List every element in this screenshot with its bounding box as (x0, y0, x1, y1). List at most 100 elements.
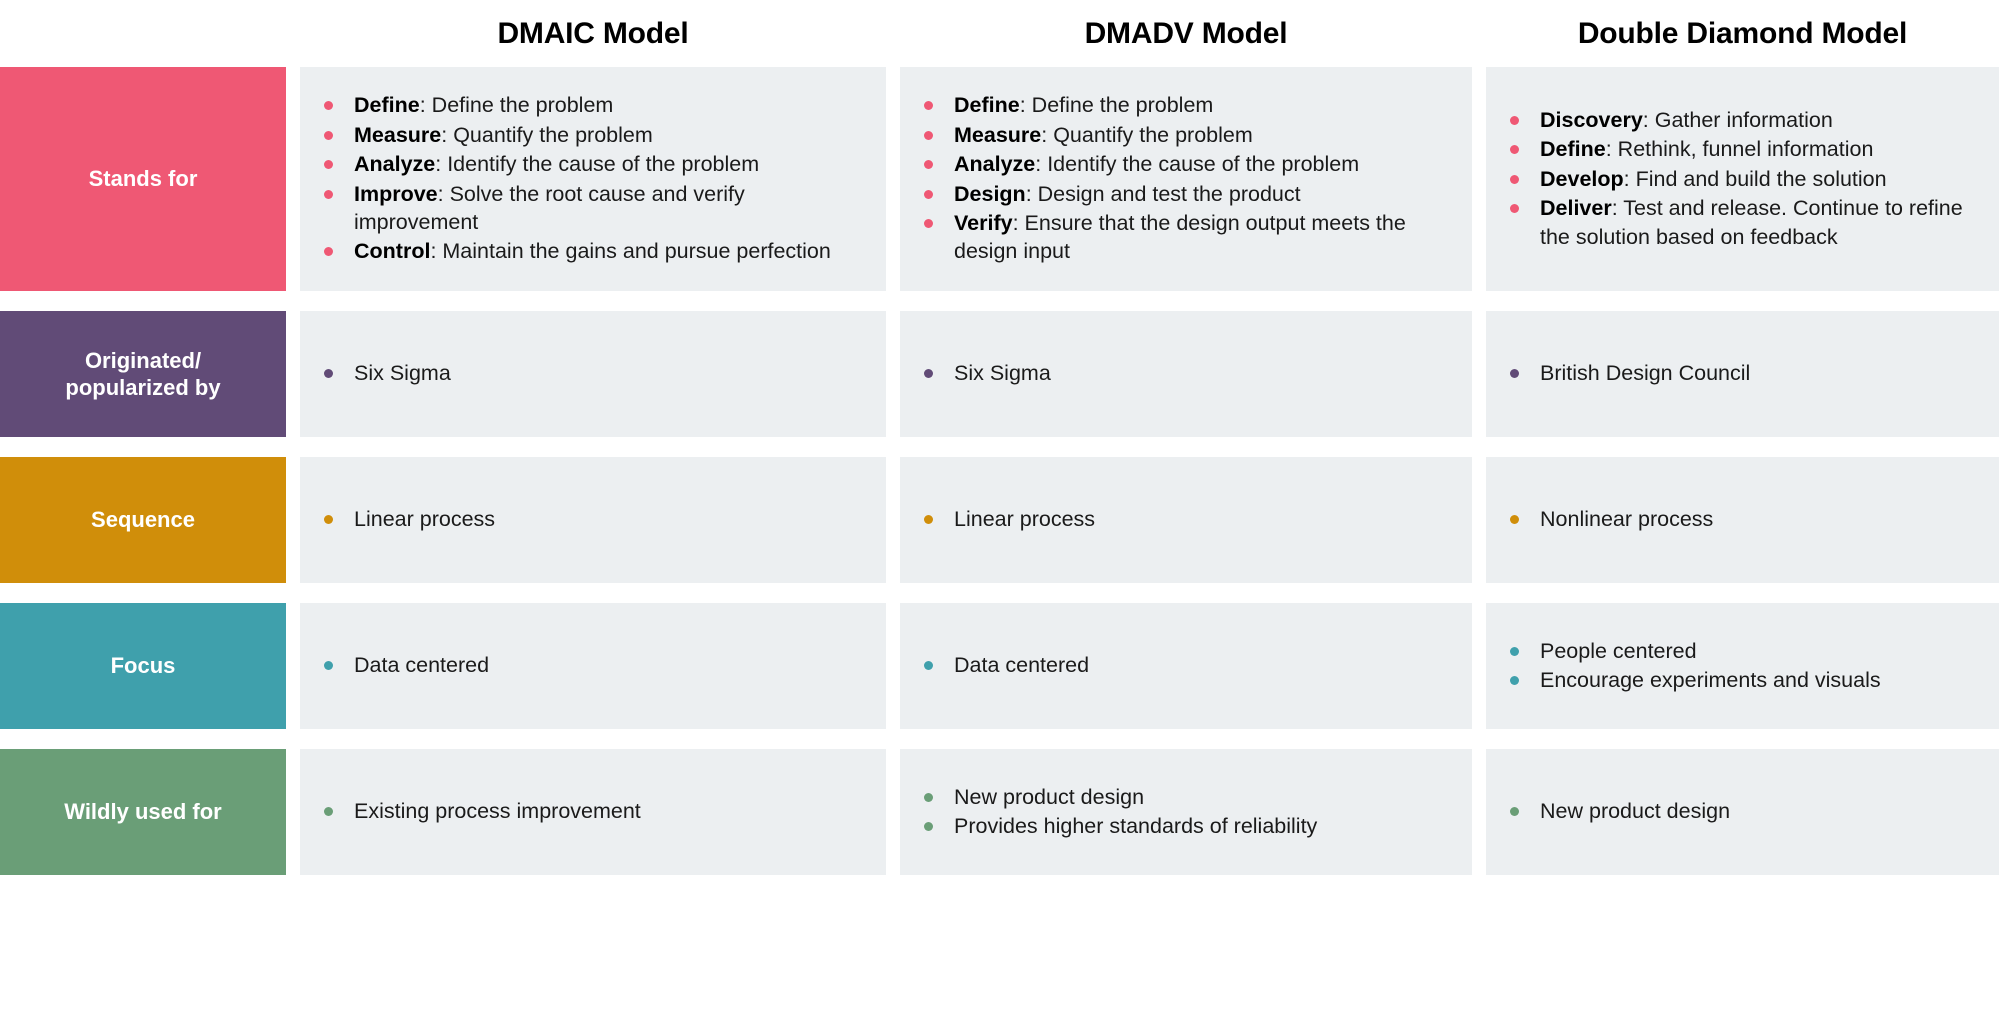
list-item-term: Measure (954, 123, 1041, 147)
column-gap (1472, 457, 1486, 583)
list-item: Measure: Quantify the problem (918, 121, 1448, 149)
list-item: Data centered (318, 651, 862, 679)
bullet-dot-icon (324, 190, 333, 199)
bullet-dot-icon (924, 369, 933, 378)
bullet-dot-icon (924, 822, 933, 831)
column-gap (1472, 749, 1486, 875)
list-item: New product design (918, 783, 1448, 811)
list-item-text: : Maintain the gains and pursue perfecti… (430, 239, 830, 263)
column-gap (1472, 311, 1486, 437)
list-item: Encourage experiments and visuals (1504, 666, 1975, 694)
bullet-dot-icon (324, 661, 333, 670)
list-item-term: Develop (1540, 167, 1624, 191)
list-item-term: Define (954, 93, 1020, 117)
list-item-text: Six Sigma (954, 361, 1051, 385)
list-item-text: Data centered (954, 653, 1089, 677)
bullet-list: New product design Provides higher standa… (918, 783, 1448, 842)
list-item: Define: Define the problem (318, 91, 862, 119)
bullet-dot-icon (924, 219, 933, 228)
column-gap (286, 457, 300, 583)
table-row: Sequence Linear process Linear process Nonl… (0, 457, 1999, 583)
row-label-2: Sequence (0, 457, 286, 583)
bullet-dot-icon (924, 101, 933, 110)
column-gap (1472, 603, 1486, 729)
list-item-text: Linear process (354, 507, 495, 531)
column-gap (886, 603, 900, 729)
list-item-text: People centered (1540, 639, 1697, 663)
cell-r0-c2: Discovery: Gather informationDefine: Ret… (1486, 67, 1999, 291)
list-item-term: Define (1540, 137, 1606, 161)
cell-r1-c2: British Design Council (1486, 311, 1999, 437)
list-item-text: : Rethink, funnel information (1606, 137, 1874, 161)
list-item-term: Discovery (1540, 108, 1643, 132)
list-item-text: New product design (954, 785, 1144, 809)
list-item-text: Six Sigma (354, 361, 451, 385)
bullet-list: Discovery: Gather informationDefine: Ret… (1504, 106, 1975, 252)
list-item-text: : Identify the cause of the problem (1035, 152, 1359, 176)
list-item: British Design Council (1504, 359, 1975, 387)
bullet-list: Define: Define the problemMeasure: Quant… (918, 91, 1448, 266)
bullet-dot-icon (324, 247, 333, 256)
list-item-text: : Quantify the problem (441, 123, 653, 147)
list-item-term: Analyze (954, 152, 1035, 176)
list-item-term: Measure (354, 123, 441, 147)
cell-r3-c0: Data centered (300, 603, 886, 729)
list-item: Linear process (318, 505, 862, 533)
column-gap (886, 749, 900, 875)
bullet-list: Six Sigma (318, 359, 862, 388)
bullet-dot-icon (924, 661, 933, 670)
list-item-term: Design (954, 182, 1026, 206)
list-item: Develop: Find and build the solution (1504, 165, 1975, 193)
cell-r3-c1: Data centered (900, 603, 1472, 729)
list-item-text: Nonlinear process (1540, 507, 1713, 531)
bullet-dot-icon (324, 369, 333, 378)
list-item: Discovery: Gather information (1504, 106, 1975, 134)
bullet-list: Nonlinear process (1504, 505, 1975, 534)
list-item-text: : Gather information (1643, 108, 1833, 132)
cell-r4-c1: New product design Provides higher standa… (900, 749, 1472, 875)
table-header-row: DMAIC Model DMADV Model Double Diamond M… (0, 0, 1999, 67)
list-item-term: Improve (354, 182, 438, 206)
row-label-0: Stands for (0, 67, 286, 291)
list-item-text: : Find and build the solution (1624, 167, 1887, 191)
bullet-dot-icon (924, 793, 933, 802)
list-item-text: : Quantify the problem (1041, 123, 1253, 147)
cell-r1-c1: Six Sigma (900, 311, 1472, 437)
cell-r0-c0: Define: Define the problem Measure: Quant… (300, 67, 886, 291)
bullet-dot-icon (1510, 145, 1519, 154)
list-item-term: Define (354, 93, 420, 117)
list-item: Existing process improvement (318, 797, 862, 825)
cell-r4-c2: New product design (1486, 749, 1999, 875)
list-item: Analyze: Identify the cause of the probl… (918, 150, 1448, 178)
list-item-text: New product design (1540, 799, 1730, 823)
cell-r0-c1: Define: Define the problemMeasure: Quant… (900, 67, 1472, 291)
list-item: Define: Rethink, funnel information (1504, 135, 1975, 163)
column-gap (1472, 67, 1486, 291)
row-label-3: Focus (0, 603, 286, 729)
bullet-list: Linear process (918, 505, 1448, 534)
list-item: Define: Define the problem (918, 91, 1448, 119)
bullet-dot-icon (1510, 175, 1519, 184)
list-item: Six Sigma (918, 359, 1448, 387)
column-gap (286, 311, 300, 437)
list-item: Improve: Solve the root cause and verify… (318, 180, 862, 237)
list-item: Design: Design and test the product (918, 180, 1448, 208)
list-item-term: Analyze (354, 152, 435, 176)
column-gap (886, 311, 900, 437)
list-item: Provides higher standards of reliability (918, 812, 1448, 840)
column-gap (886, 67, 900, 291)
list-item-text: Existing process improvement (354, 799, 641, 823)
list-item: Data centered (918, 651, 1448, 679)
cell-r2-c2: Nonlinear process (1486, 457, 1999, 583)
bullet-dot-icon (324, 807, 333, 816)
table-row: Focus Data centered Data centered People ce… (0, 603, 1999, 729)
bullet-dot-icon (324, 515, 333, 524)
row-label-4: Wildly used for (0, 749, 286, 875)
row-label-line-1: Originated/ (85, 348, 201, 373)
column-gap (286, 603, 300, 729)
table-body: Stands forDefine: Define the problemMeas… (0, 67, 1999, 895)
table-row: Stands forDefine: Define the problemMeas… (0, 67, 1999, 291)
column-header-double-diamond: Double Diamond Model (1486, 17, 1999, 50)
list-item-text: Provides higher standards of reliability (954, 814, 1317, 838)
bullet-list: Linear process (318, 505, 862, 534)
